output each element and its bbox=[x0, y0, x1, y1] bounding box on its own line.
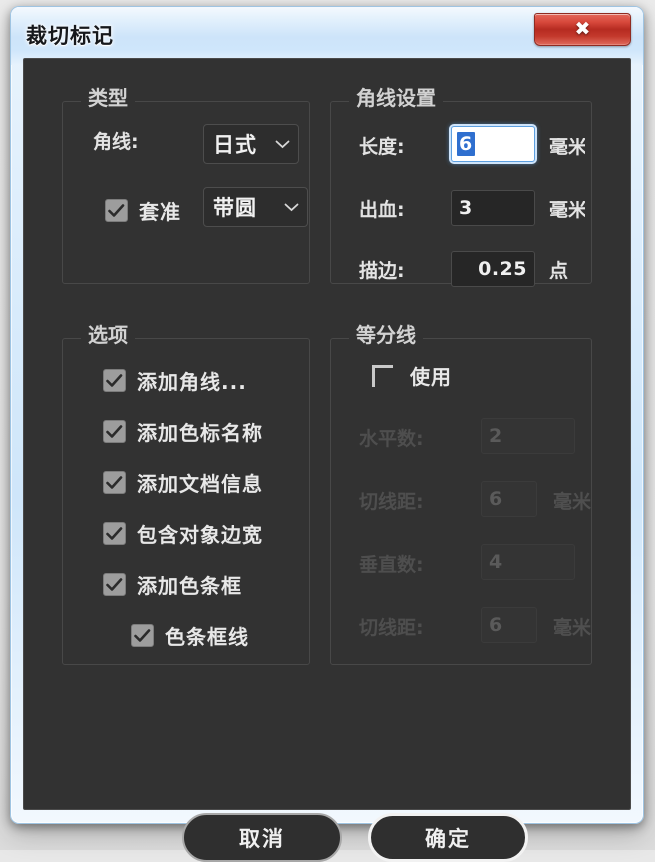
length-unit: 毫米 bbox=[549, 138, 585, 157]
stroke-row: 描边: bbox=[359, 262, 405, 281]
option-label: 添加角线... bbox=[137, 366, 247, 395]
chevron-down-icon bbox=[275, 140, 290, 149]
registration-checkbox-row[interactable]: 套准 bbox=[105, 196, 181, 225]
option-row-include-object-width[interactable]: 包含对象边宽 bbox=[103, 519, 263, 548]
division-lines-group-title: 等分线 bbox=[349, 324, 423, 346]
registration-label: 套准 bbox=[139, 196, 181, 225]
corner-line-value: 日式 bbox=[213, 129, 257, 159]
bleed-unit: 毫米 bbox=[549, 201, 585, 220]
corner-line-dropdown[interactable]: 日式 bbox=[203, 124, 299, 164]
option-row-add-corner-lines[interactable]: 添加角线... bbox=[103, 366, 247, 395]
options-group-title: 选项 bbox=[81, 324, 135, 346]
vertical-cut-distance-label: 切线距: bbox=[359, 619, 424, 638]
bleed-input-value: 3 bbox=[459, 197, 473, 219]
ok-button-label: 确定 bbox=[425, 823, 471, 853]
ok-button[interactable]: 确定 bbox=[368, 813, 528, 862]
vertical-cut-distance-input: 6 bbox=[481, 607, 537, 643]
use-division-checkbox[interactable] bbox=[371, 364, 394, 387]
option-checkbox[interactable] bbox=[103, 471, 126, 494]
corner-line-label: 角线: bbox=[93, 133, 139, 152]
stroke-label: 描边: bbox=[359, 262, 405, 281]
registration-checkbox[interactable] bbox=[105, 199, 128, 222]
stroke-input-value: 0.25 bbox=[478, 258, 527, 280]
close-icon: ✖ bbox=[575, 20, 591, 39]
horizontal-cut-distance-unit: 毫米 bbox=[553, 493, 591, 512]
vertical-cut-distance-value: 6 bbox=[489, 614, 503, 636]
checkmark-icon bbox=[106, 374, 123, 388]
checkmark-icon bbox=[108, 204, 125, 218]
option-checkbox[interactable] bbox=[103, 573, 126, 596]
checkmark-icon bbox=[134, 629, 151, 643]
checkmark-icon bbox=[106, 527, 123, 541]
corner-line-row: 角线: bbox=[93, 133, 139, 152]
desktop-background: 裁切标记 ✖ 类型 角线: 日式 bbox=[0, 0, 655, 850]
stroke-input[interactable]: 0.25 bbox=[451, 251, 535, 287]
horizontal-count-label: 水平数: bbox=[359, 430, 424, 449]
length-label: 长度: bbox=[359, 138, 405, 157]
registration-value: 带圆 bbox=[213, 192, 257, 222]
options-group: 选项 添加角线... 添加色标名称 bbox=[62, 338, 310, 665]
division-lines-group: 等分线 使用 水平数: 2 切线距: 6 毫米 垂直数: bbox=[330, 338, 592, 665]
checkmark-icon bbox=[106, 425, 123, 439]
option-checkbox[interactable] bbox=[131, 624, 154, 647]
checkmark-icon bbox=[106, 476, 123, 490]
option-checkbox[interactable] bbox=[103, 369, 126, 392]
bleed-row: 出血: bbox=[359, 201, 405, 220]
stroke-unit: 点 bbox=[549, 262, 568, 281]
length-input[interactable]: 6 bbox=[451, 126, 535, 162]
vertical-count-value: 4 bbox=[489, 551, 503, 573]
option-label: 添加色条框 bbox=[137, 570, 242, 599]
type-group-title: 类型 bbox=[81, 87, 135, 109]
title-bar[interactable]: 裁切标记 ✖ bbox=[11, 7, 643, 65]
vertical-count-label: 垂直数: bbox=[359, 556, 424, 575]
vertical-count-input: 4 bbox=[481, 544, 575, 580]
length-input-value: 6 bbox=[457, 132, 475, 156]
use-division-label: 使用 bbox=[410, 361, 452, 390]
cancel-button-label: 取消 bbox=[239, 823, 285, 853]
option-checkbox[interactable] bbox=[103, 522, 126, 545]
horizontal-cut-distance-label: 切线距: bbox=[359, 493, 424, 512]
use-division-checkbox-row[interactable]: 使用 bbox=[371, 361, 452, 390]
option-row-add-color-bar[interactable]: 添加色条框 bbox=[103, 570, 242, 599]
option-checkbox[interactable] bbox=[103, 420, 126, 443]
vertical-cut-distance-unit: 毫米 bbox=[553, 619, 591, 638]
option-label: 色条框线 bbox=[165, 621, 249, 650]
horizontal-cut-distance-value: 6 bbox=[489, 488, 503, 510]
horizontal-cut-distance-input: 6 bbox=[481, 481, 537, 517]
bleed-input[interactable]: 3 bbox=[451, 190, 535, 226]
registration-dropdown[interactable]: 带圆 bbox=[203, 187, 308, 227]
horizontal-count-value: 2 bbox=[489, 425, 503, 447]
dialog-body: 类型 角线: 日式 套准 bbox=[23, 58, 631, 810]
length-row: 长度: bbox=[359, 138, 405, 157]
window-title: 裁切标记 bbox=[26, 20, 114, 50]
option-row-color-bar-frame-line[interactable]: 色条框线 bbox=[131, 621, 249, 650]
checkmark-icon bbox=[106, 578, 123, 592]
option-label: 添加色标名称 bbox=[137, 417, 263, 446]
option-label: 添加文档信息 bbox=[137, 468, 263, 497]
option-row-add-color-names[interactable]: 添加色标名称 bbox=[103, 417, 263, 446]
horizontal-count-input: 2 bbox=[481, 418, 575, 454]
option-row-add-doc-info[interactable]: 添加文档信息 bbox=[103, 468, 263, 497]
option-label: 包含对象边宽 bbox=[137, 519, 263, 548]
chevron-down-icon bbox=[284, 203, 299, 212]
cancel-button[interactable]: 取消 bbox=[182, 813, 342, 862]
type-group: 类型 角线: 日式 套准 bbox=[62, 101, 310, 284]
corner-settings-group: 角线设置 长度: 6 毫米 出血: 3 毫米 bbox=[330, 101, 592, 284]
corner-settings-group-title: 角线设置 bbox=[349, 87, 443, 109]
bleed-label: 出血: bbox=[359, 201, 405, 220]
close-button[interactable]: ✖ bbox=[534, 13, 631, 46]
crop-marks-dialog: 裁切标记 ✖ 类型 角线: 日式 bbox=[10, 6, 644, 824]
